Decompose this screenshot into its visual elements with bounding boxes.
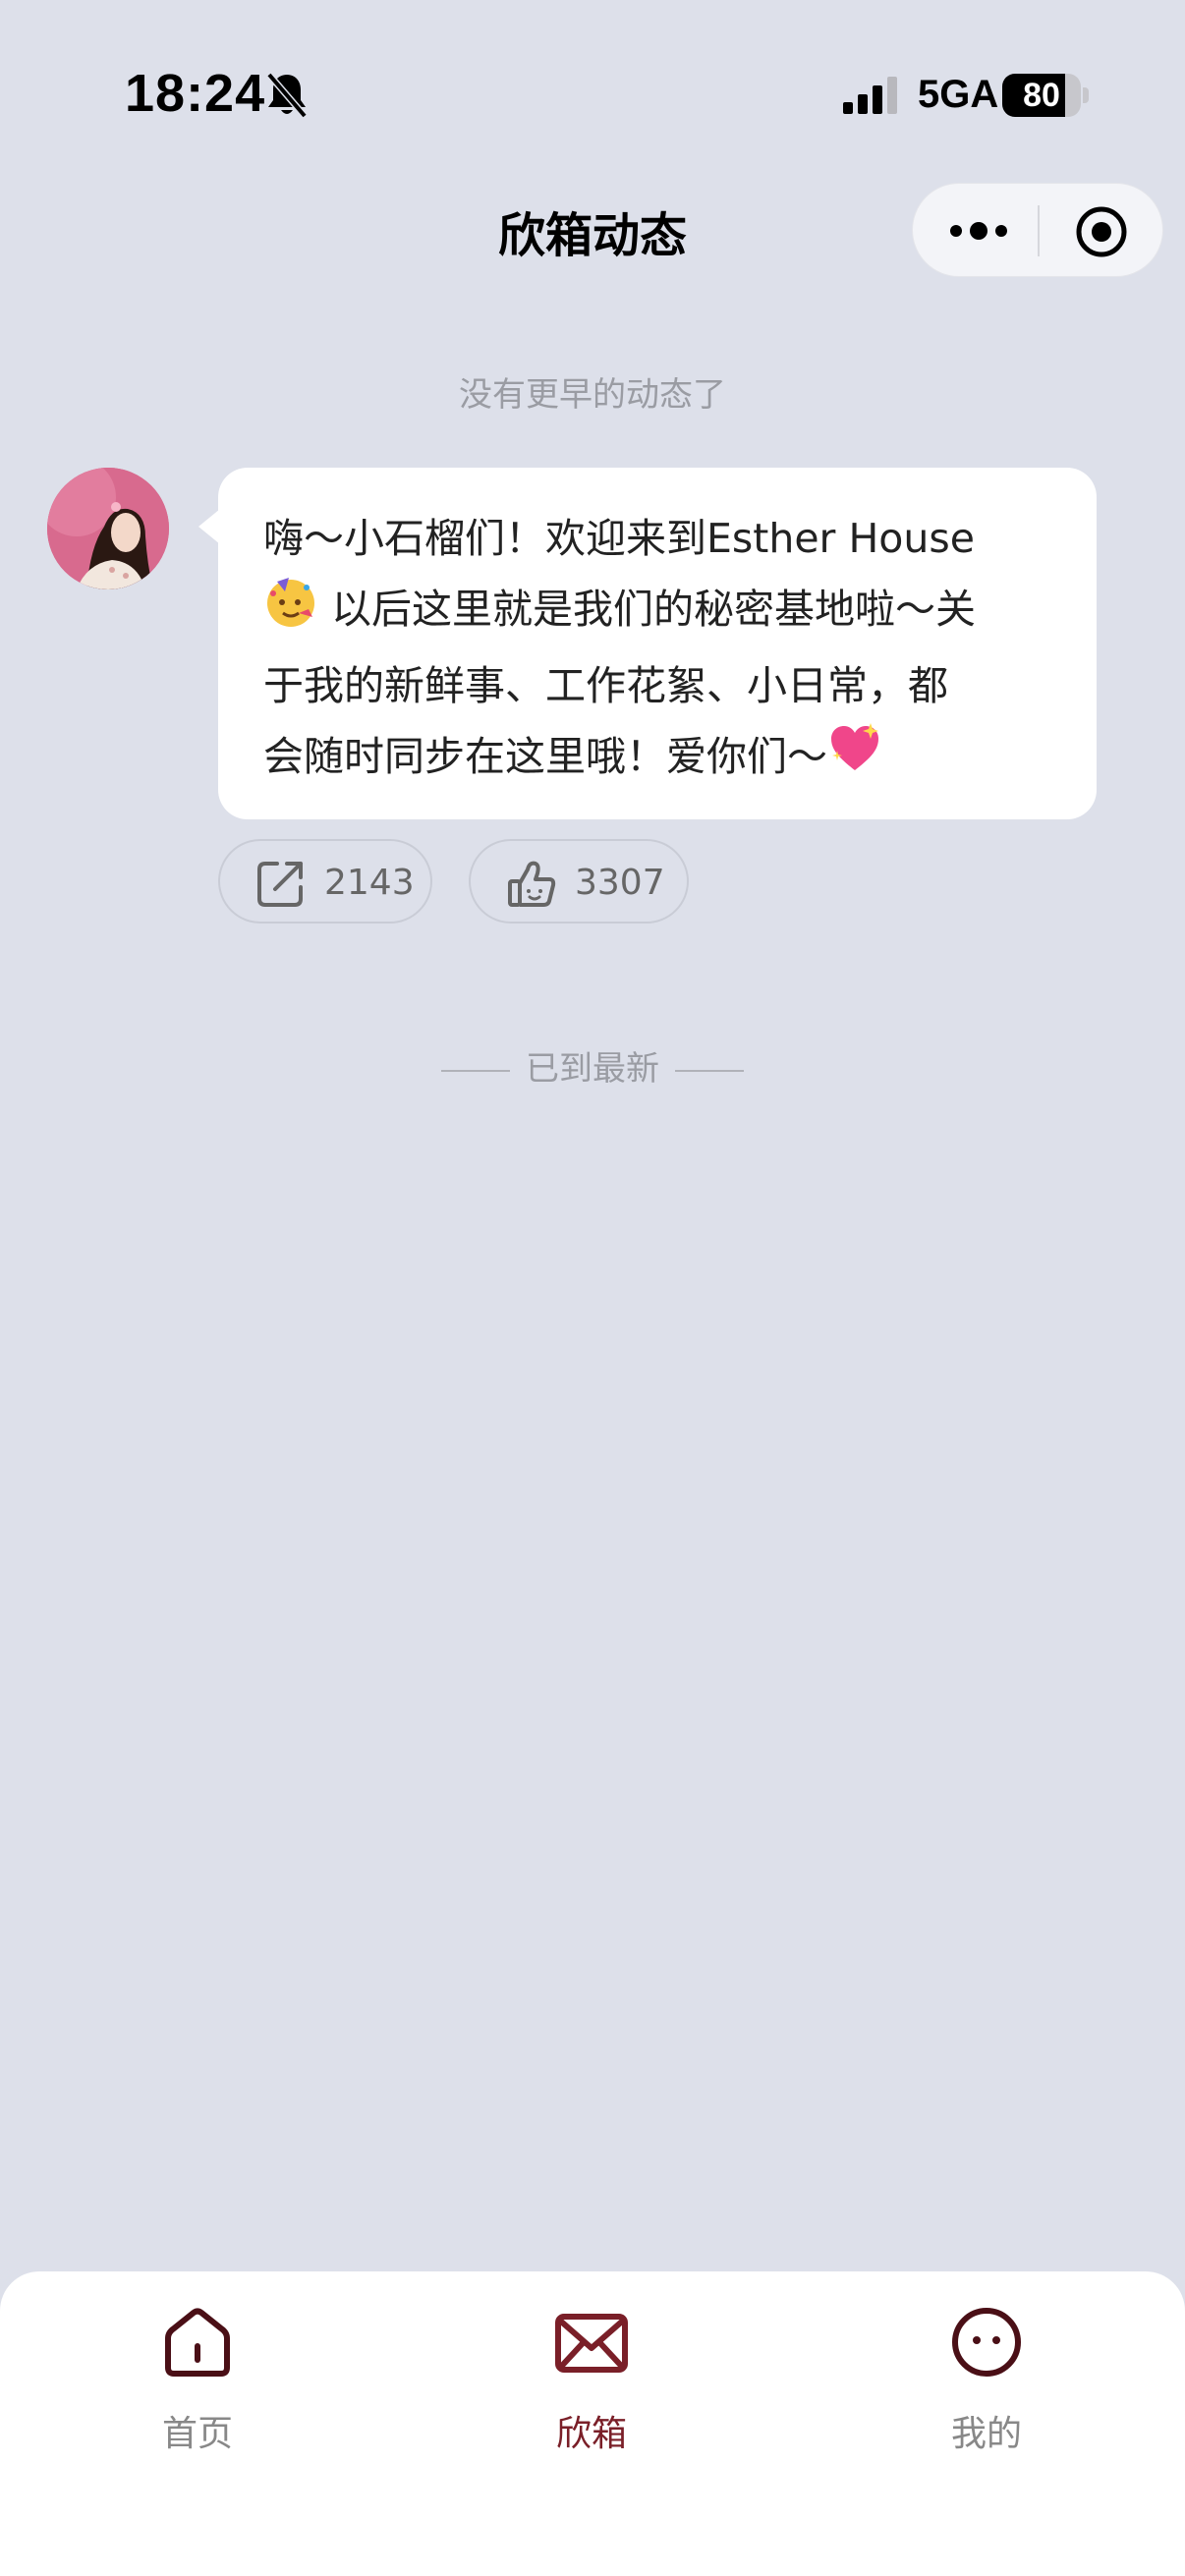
bell-slash-icon [266,72,308,119]
sparkling-heart-icon [831,723,878,770]
bubble-tail [198,509,220,544]
divider-left [441,1069,510,1072]
share-icon [257,862,303,907]
divider-right [675,1069,744,1072]
tab-bar: 首页 欣箱 我的 [0,2271,1185,2576]
capsule-divider [1038,205,1040,256]
more-icon[interactable] [948,216,1009,246]
status-bar: 18:24 5GA 80 [0,0,1185,187]
tab-label-home: 首页 [161,2414,233,2454]
mini-program-capsule [912,183,1163,277]
newest-text: 已到最新 [526,1049,659,1089]
message-bubble[interactable]: 嗨～小石榴们！欢迎来到Esther House 以后这里就是我们的秘密基地啦～关… [218,468,1097,819]
battery-icon: 80 [1002,74,1089,117]
home-icon [165,2308,230,2377]
no-earlier-hint: 没有更早的动态了 [459,375,726,415]
message-line-3: 于我的新鲜事、工作花絮、小日常，都 [263,662,948,709]
tab-label-inbox: 欣箱 [555,2414,627,2454]
party-emoji [263,574,318,650]
tab-inbox[interactable]: 欣箱 [493,2295,690,2454]
status-time: 18:24 [125,64,266,123]
mail-icon [555,2314,628,2373]
message-line-1: 嗨～小石榴们！欢迎来到Esther House [263,515,975,562]
battery-percent: 80 [1023,77,1060,114]
message-line-2: 以后这里就是我们的秘密基地啦～关 [318,586,977,633]
tab-home[interactable]: 首页 [99,2295,296,2454]
tab-mine[interactable]: 我的 [888,2295,1085,2454]
network-label: 5GA [918,73,999,116]
message-text: 嗨～小石榴们！欢迎来到Esther House 以后这里就是我们的秘密基地啦～关… [263,503,1069,798]
like-button[interactable]: 3307 [469,839,689,924]
party-face-icon [267,578,314,627]
like-count: 3307 [575,863,665,903]
thumbs-up-icon [508,861,556,907]
share-button[interactable]: 2143 [218,839,432,924]
face-icon [952,2308,1021,2377]
tab-label-mine: 我的 [950,2414,1022,2454]
target-icon[interactable] [1074,204,1129,259]
sparkling-heart-emoji [827,721,882,798]
newest-indicator: 已到最新 [0,1041,1185,1090]
avatar[interactable] [47,468,169,589]
share-count: 2143 [324,863,415,903]
signal-icon [843,77,897,114]
message-line-4: 会随时同步在这里哦！爱你们～ [263,733,827,780]
